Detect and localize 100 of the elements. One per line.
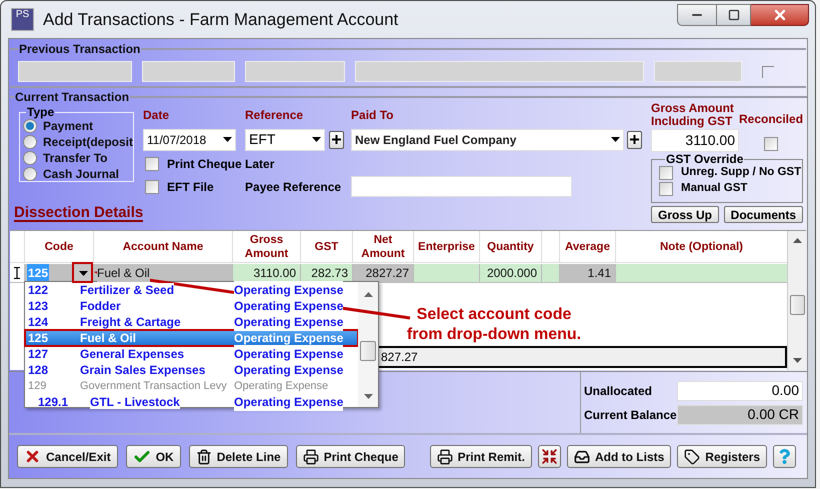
app-icon: PS — [11, 8, 34, 31]
text-cursor-icon — [14, 267, 20, 279]
group-title: GST Override — [665, 153, 744, 165]
checkbox[interactable] — [145, 157, 160, 171]
radio-button[interactable] — [23, 167, 37, 181]
scroll-up-icon — [364, 292, 372, 297]
checkbox-label: Unreg. Supp / No GST — [681, 165, 802, 180]
checkbox[interactable] — [659, 182, 673, 196]
reference-dropdown[interactable]: EFT — [245, 128, 326, 150]
table-cell: 1.41 — [559, 264, 615, 282]
group-title: Current Transaction — [14, 89, 130, 106]
action-button[interactable]: Add to Lists — [566, 445, 672, 468]
field-label: Gross Amount Including GST — [651, 102, 735, 128]
column-header: Quantity — [479, 231, 541, 262]
table-cell: 3110.00 — [232, 264, 300, 282]
field-label: Paid To — [351, 107, 394, 124]
checkbox-label: Print Cheque Later — [167, 156, 274, 173]
column-header: Enterprise — [413, 231, 479, 262]
date-dropdown[interactable]: 11/07/2018 — [143, 128, 236, 150]
checkbox[interactable] — [762, 66, 774, 78]
action-button[interactable]: Print Cheque — [296, 445, 406, 468]
add-button[interactable] — [627, 130, 642, 148]
printer-icon — [302, 448, 319, 464]
radio-label: Cash Journal — [43, 166, 120, 183]
field-label: Current Balance — [584, 406, 677, 424]
plus-icon — [630, 135, 640, 144]
scroll-down-icon — [792, 358, 802, 363]
radio-label: Receipt(deposit — [43, 134, 134, 151]
tray-icon — [574, 448, 590, 464]
checkbox-label: EFT File — [167, 178, 214, 196]
tag-icon — [684, 448, 700, 464]
caret-icon — [611, 137, 620, 142]
close-button[interactable] — [751, 4, 809, 26]
plus-icon — [332, 135, 342, 144]
printer-icon — [436, 448, 453, 464]
group-title: Previous Transaction — [18, 41, 142, 58]
column-header: Average — [559, 231, 615, 262]
action-button[interactable]: Registers — [677, 445, 767, 468]
scroll-down-icon — [364, 394, 372, 399]
account-option[interactable]: 122 Fertilizer & Seed Operating Expense — [25, 282, 358, 298]
scroll-thumb[interactable] — [790, 295, 804, 315]
column-header: Account Name — [93, 231, 232, 262]
checkbox[interactable] — [764, 137, 778, 151]
account-option[interactable]: 128 Grain Sales Expenses Operating Expense — [25, 362, 358, 378]
account-option[interactable]: 127 General Expenses Operating Expense — [25, 346, 358, 362]
checkbox[interactable] — [145, 180, 160, 194]
unallocated-field[interactable]: 0.00 — [677, 380, 803, 400]
gross-amount-field[interactable]: 3110.00 — [651, 129, 739, 152]
payee-dropdown[interactable]: New England Fuel Company — [351, 128, 624, 150]
column-header: Code — [24, 231, 93, 262]
group-title: Type — [26, 106, 56, 118]
radio-button[interactable] — [23, 119, 37, 133]
section-heading: Dissection Details — [14, 205, 144, 222]
shrink-icon — [540, 448, 558, 465]
total-net-amount: 827.27 — [381, 349, 415, 366]
field-label: Date — [143, 107, 170, 124]
scroll-up-icon — [792, 238, 802, 243]
checkbox-label: Manual GST — [681, 181, 748, 196]
field-label: Reference — [245, 107, 304, 124]
trash-icon — [196, 448, 212, 464]
radio-button[interactable] — [23, 135, 37, 149]
column-header: GST — [300, 231, 352, 262]
table-cell: 282.73 — [300, 264, 352, 282]
action-button[interactable]: Documents — [724, 206, 803, 223]
table-cell: 2000.000 — [479, 264, 541, 282]
checkbox[interactable] — [659, 166, 673, 180]
field-label: Reconciled — [739, 111, 804, 128]
action-button[interactable]: Print Remit. — [430, 445, 532, 468]
field-label: Unallocated — [584, 382, 654, 400]
column-header: Net Amount — [352, 231, 413, 262]
caret-icon — [78, 270, 88, 276]
cross-icon — [24, 448, 41, 465]
action-button[interactable]: Cancel/Exit — [17, 445, 118, 468]
annotation-text: Select account code from drop-down menu. — [406, 305, 582, 345]
maximize-icon — [728, 9, 740, 21]
table-cell: 2827.27 — [352, 264, 413, 282]
maximize-button[interactable] — [717, 4, 751, 26]
radio-button[interactable] — [23, 151, 37, 165]
payee-reference-field[interactable] — [351, 176, 572, 197]
add-button[interactable] — [329, 130, 344, 148]
action-button[interactable]: Delete Line — [188, 445, 288, 468]
radio-label: Transfer To — [43, 150, 108, 167]
collapse-button[interactable] — [538, 445, 561, 468]
list-scrollbar[interactable] — [358, 282, 378, 407]
field-label: Payee Reference — [245, 178, 342, 196]
grid-scrollbar[interactable] — [787, 231, 806, 370]
dropdown-button[interactable] — [74, 264, 92, 282]
radio-label: Payment — [43, 118, 94, 135]
current-balance-field: 0.00 CR — [677, 404, 803, 424]
column-header: Gross Amount — [232, 231, 300, 262]
help-button[interactable] — [773, 445, 796, 468]
action-button[interactable]: OK — [126, 445, 181, 468]
minimize-button[interactable] — [677, 4, 717, 26]
highlight-frame — [72, 262, 93, 283]
scroll-thumb[interactable] — [360, 341, 376, 361]
caret-icon — [312, 137, 322, 142]
window-title: Add Transactions - Farm Management Account — [43, 8, 398, 31]
caret-icon — [223, 137, 232, 142]
help-icon — [777, 449, 792, 464]
action-button[interactable]: Gross Up — [651, 206, 720, 223]
